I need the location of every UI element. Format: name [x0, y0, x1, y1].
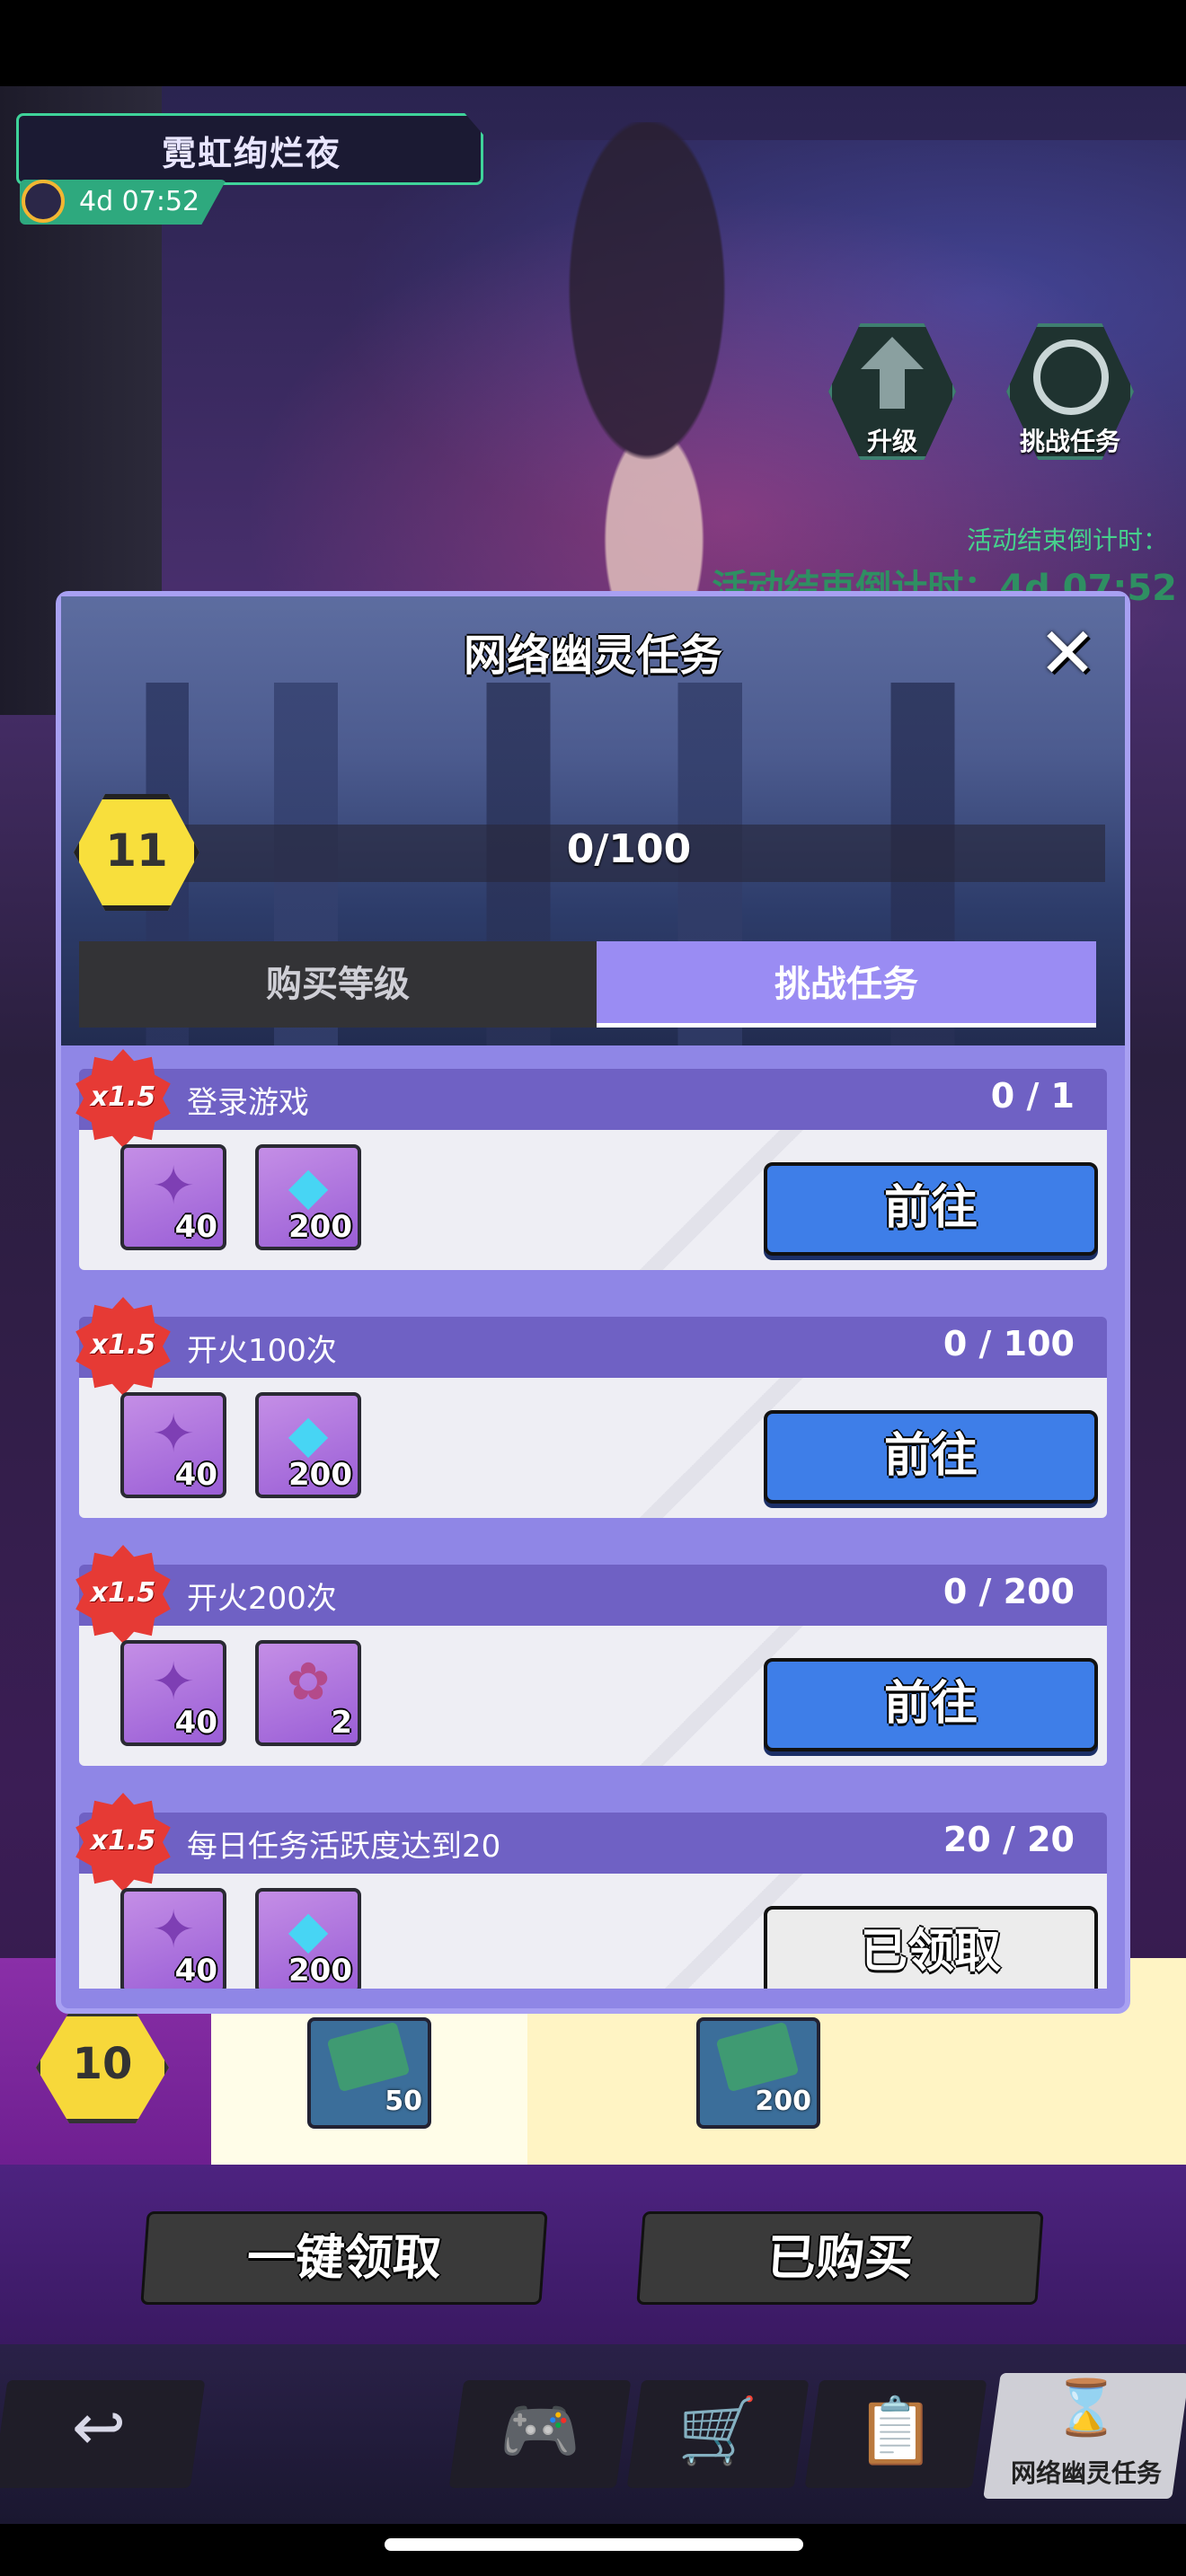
task-progress: 20 / 20 [943, 1820, 1075, 1859]
cart-icon: 🛒 [677, 2393, 758, 2468]
level-number: 10 [72, 2039, 133, 2089]
ticket-icon: ✦ [151, 1403, 196, 1464]
ticket-icon: ✦ [151, 1899, 196, 1960]
reward-count: 200 [755, 2086, 811, 2117]
clipboard-check-icon: 📋 [855, 2393, 936, 2468]
reward-item[interactable]: ✿ 2 [255, 1640, 361, 1746]
modal-title: 网络幽灵任务 [463, 631, 722, 681]
multiplier-text: x1.5 [90, 1825, 156, 1857]
upgrade-label: 升级 [866, 427, 917, 456]
reward-count: 50 [385, 2086, 422, 2117]
nav-active-label: 网络幽灵任务 [1010, 2458, 1162, 2488]
go-button[interactable]: 前往 [764, 1410, 1098, 1504]
ticket-icon: ✦ [151, 1155, 196, 1216]
reward-item[interactable]: ✦ 40 [120, 1144, 226, 1250]
task-list[interactable]: x1.5 登录游戏 0 / 1 ✦ 40 ◆ 200 前往 x1.5 开火100… [61, 1049, 1125, 1989]
countdown-label: 活动结束倒计时： [966, 525, 1168, 555]
home-indicator[interactable] [385, 2538, 803, 2551]
back-arrow-icon: ↩ [71, 2389, 127, 2465]
reward-count: 40 [174, 1209, 217, 1245]
reward-item[interactable]: ✦ 40 [120, 1640, 226, 1746]
hourglass-icon: ⌛ [1052, 2377, 1120, 2439]
task-card: x1.5 开火100次 0 / 100 ✦ 40 ◆ 200 前往 [75, 1297, 1107, 1523]
event-timer: 4d 07:52 [79, 186, 200, 217]
reward-count: 40 [174, 1953, 217, 1989]
tab-challenge-tasks[interactable]: 挑战任务 [597, 941, 1096, 1028]
task-progress: 0 / 1 [990, 1076, 1075, 1116]
level-progress-text: 0/100 [566, 826, 692, 872]
reward-count: 2 [331, 1705, 352, 1741]
multiplier-text: x1.5 [90, 1329, 156, 1361]
task-card: x1.5 每日任务活跃度达到20 20 / 20 ✦ 40 ◆ 200 已领取 [75, 1793, 1107, 1989]
task-name: 每日任务活跃度达到20 [187, 1829, 501, 1865]
gamepad-icon: 🎮 [500, 2393, 580, 2468]
diamond-icon: ◆ [288, 1899, 329, 1960]
reward-item[interactable]: ✦ 40 [120, 1888, 226, 1989]
multiplier-text: x1.5 [90, 1577, 156, 1609]
coupon-icon: ✿ [286, 1651, 331, 1712]
task-name: 开火100次 [187, 1333, 337, 1369]
reward-count: 200 [288, 1209, 352, 1245]
current-level: 11 [105, 825, 168, 877]
reward-count: 40 [174, 1457, 217, 1493]
claim-all-button[interactable]: 一键领取 [140, 2211, 548, 2305]
ticket-icon: ✦ [151, 1651, 196, 1712]
reward-item[interactable]: ◆ 200 [255, 1888, 361, 1989]
challenge-tasks-label: 挑战任务 [1019, 427, 1120, 456]
go-button[interactable]: 前往 [764, 1162, 1098, 1256]
reward-item[interactable]: ◆ 200 [255, 1392, 361, 1498]
go-button[interactable]: 前往 [764, 1658, 1098, 1751]
task-name: 开火200次 [187, 1581, 337, 1617]
purchased-button[interactable]: 已购买 [636, 2211, 1044, 2305]
reward-count: 200 [288, 1953, 352, 1989]
task-progress: 0 / 100 [943, 1324, 1075, 1363]
claimed-button[interactable]: 已领取 [764, 1906, 1098, 1989]
task-progress: 0 / 200 [943, 1572, 1075, 1611]
diamond-icon: ◆ [288, 1155, 329, 1216]
close-icon: ✕ [1038, 613, 1097, 694]
reward-count: 200 [288, 1457, 352, 1493]
reward-item[interactable]: ◆ 200 [255, 1144, 361, 1250]
reward-item[interactable]: ✦ 40 [120, 1392, 226, 1498]
event-title: 霓虹绚烂夜 [161, 134, 341, 173]
task-card: x1.5 开火200次 0 / 200 ✦ 40 ✿ 2 前往 [75, 1545, 1107, 1771]
diamond-icon: ◆ [288, 1403, 329, 1464]
reward-count: 40 [174, 1705, 217, 1741]
task-name: 登录游戏 [187, 1085, 309, 1121]
clock-icon [22, 180, 65, 223]
multiplier-text: x1.5 [90, 1081, 156, 1113]
tab-buy-level[interactable]: 购买等级 [79, 941, 597, 1028]
checkmark-icon [1033, 340, 1109, 415]
task-card: x1.5 登录游戏 0 / 1 ✦ 40 ◆ 200 前往 [75, 1049, 1107, 1275]
